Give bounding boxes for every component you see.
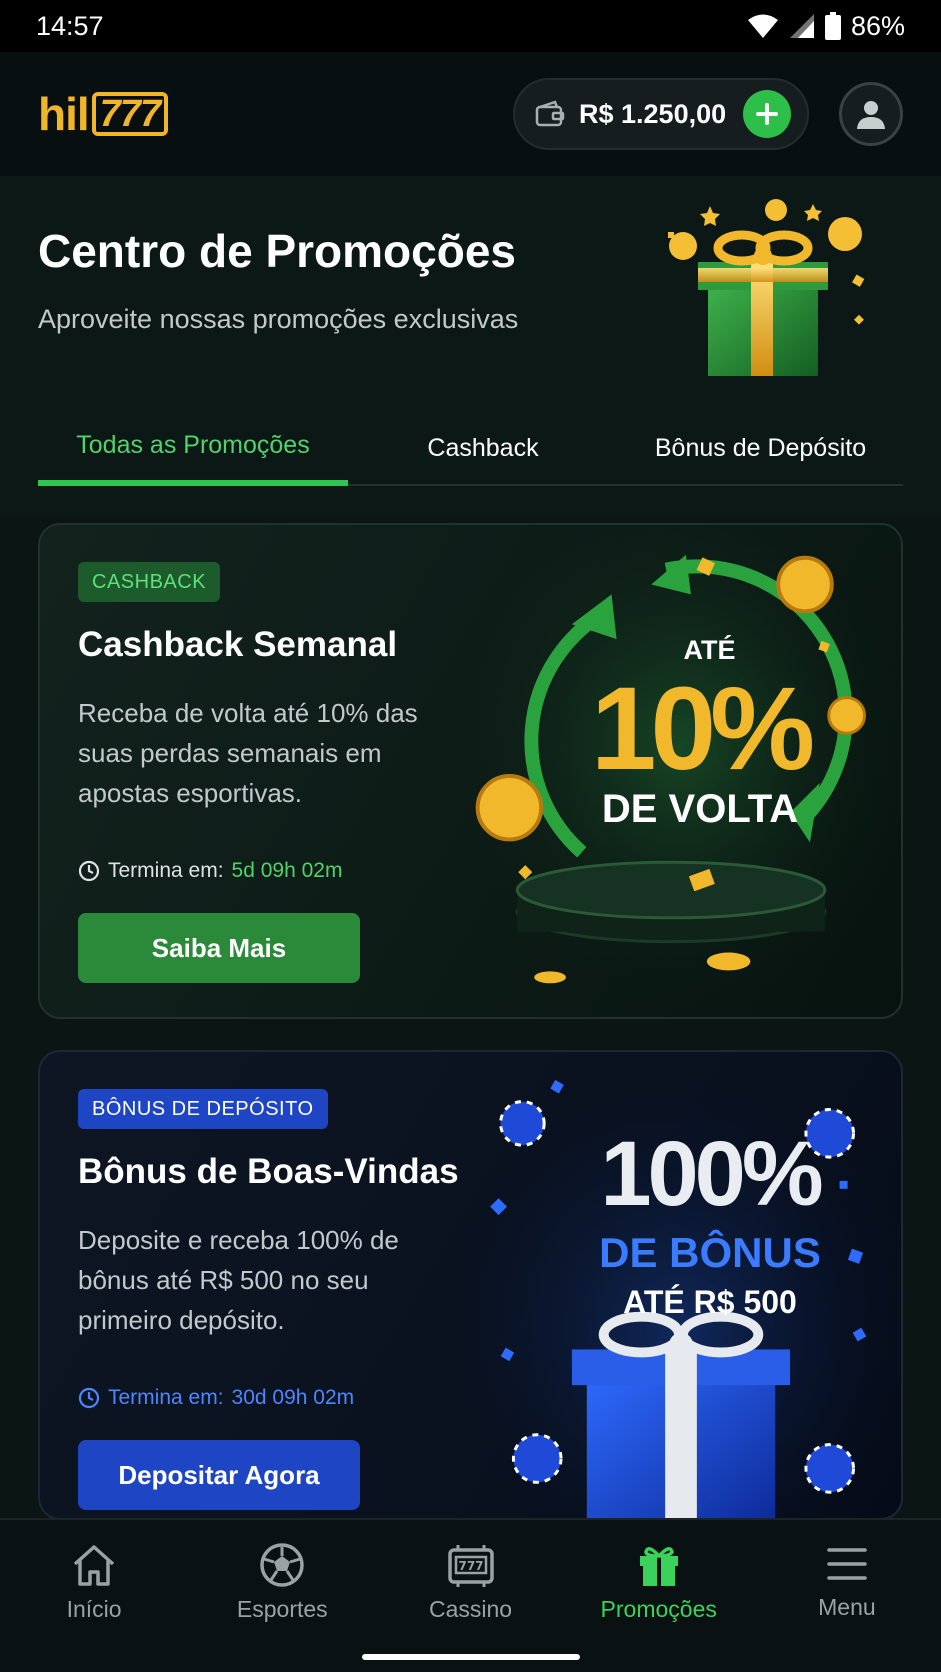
art-hundred-percent-text: 100% [600, 1123, 823, 1225]
home-indicator [362, 1654, 580, 1660]
logo-box: 777 [91, 92, 169, 136]
battery-percent: 86% [850, 10, 905, 41]
slot-machine-icon: 777 [447, 1545, 494, 1587]
art-upto-amount-text: ATÉ R$ 500 [623, 1284, 797, 1320]
learn-more-button[interactable]: Saiba Mais [78, 913, 360, 983]
profile-button[interactable] [839, 82, 903, 146]
promo-badge: BÔNUS DE DEPÓSITO [78, 1089, 328, 1129]
bottom-navigation: Início Esportes 777 Cassino Promoções Me… [0, 1518, 941, 1672]
tab-all-promotions[interactable]: Todas as Promoções [38, 410, 348, 486]
clock-icon [78, 1387, 100, 1409]
nav-item-home[interactable]: Início [0, 1520, 188, 1672]
promo-description: Receba de volta até 10% das suas perdas … [78, 698, 418, 808]
promo-title: Cashback Semanal [78, 625, 398, 664]
nav-item-sports[interactable]: Esportes [188, 1520, 376, 1672]
art-back-text: DE VOLTA [601, 787, 799, 831]
nav-label-sports: Esportes [236, 1596, 328, 1622]
page-subtitle: Aproveite nossas promoções exclusivas [38, 304, 519, 334]
plus-icon [756, 103, 778, 125]
nav-item-promotions[interactable]: Promoções [565, 1520, 753, 1672]
tab-deposit-bonus[interactable]: Bônus de Depósito [618, 410, 903, 486]
tab-cashback[interactable]: Cashback [348, 410, 618, 486]
wallet-balance[interactable]: R$ 1.250,00 [513, 78, 809, 150]
status-time: 14:57 [36, 10, 104, 41]
status-icons: 86% [747, 11, 905, 42]
gift-icon [639, 1547, 678, 1586]
hamburger-menu-icon [827, 1548, 867, 1580]
promo-description: Deposite e receba 100% de bônus até R$ 5… [78, 1225, 399, 1335]
home-icon [73, 1545, 115, 1586]
wallet-icon [535, 100, 565, 127]
page-title: Centro de Promoções [38, 225, 516, 277]
wifi-icon [747, 14, 778, 38]
deadline-label: Termina em: [108, 859, 224, 882]
clock-icon [78, 860, 100, 882]
logo-text: hil [38, 88, 90, 140]
deposit-now-button[interactable]: Depositar Agora [78, 1440, 360, 1510]
promo-card-welcome-bonus[interactable]: 100% DE BÔNUS ATÉ R$ 500 BÔNUS DE DEPÓSI… [38, 1050, 903, 1520]
soccer-ball-icon [260, 1543, 305, 1587]
user-icon [857, 101, 885, 129]
nav-item-casino[interactable]: 777 Cassino [376, 1520, 564, 1672]
promo-badge: CASHBACK [78, 562, 221, 602]
signal-icon [789, 14, 814, 38]
status-bar: 14:57 86% [0, 0, 941, 52]
art-bonus-text: DE BÔNUS [599, 1229, 821, 1276]
deadline-value: 5d 09h 02m [231, 859, 343, 882]
nav-label-casino: Cassino [428, 1596, 513, 1622]
nav-label-menu: Menu [818, 1594, 876, 1620]
art-percent-text: 10% [590, 663, 815, 795]
promo-deadline: Termina em: 30d 09h 02m [78, 1386, 354, 1410]
app-header: hil 777 R$ 1.250,00 [0, 52, 941, 176]
balance-amount: R$ 1.250,00 [579, 98, 727, 129]
deadline-value: 30d 09h 02m [231, 1386, 355, 1409]
svg-text:777: 777 [458, 1559, 483, 1573]
promo-title: Bônus de Boas-Vindas [78, 1152, 459, 1191]
promotion-tabs: Todas as Promoções Cashback Bônus de Dep… [38, 410, 903, 486]
promo-card-cashback[interactable]: ATÉ 10% DE VOLTA CASHBACK Cashback Seman… [38, 523, 903, 1019]
battery-icon [824, 12, 841, 40]
add-funds-button[interactable] [743, 90, 791, 138]
deadline-label: Termina em: [108, 1386, 224, 1409]
nav-label-promotions: Promoções [600, 1596, 717, 1622]
app-logo[interactable]: hil 777 [38, 87, 169, 141]
gift-box-illustration [668, 199, 865, 376]
nav-item-menu[interactable]: Menu [753, 1520, 941, 1672]
promo-deadline: Termina em: 5d 09h 02m [78, 859, 342, 883]
nav-label-home: Início [66, 1596, 122, 1622]
